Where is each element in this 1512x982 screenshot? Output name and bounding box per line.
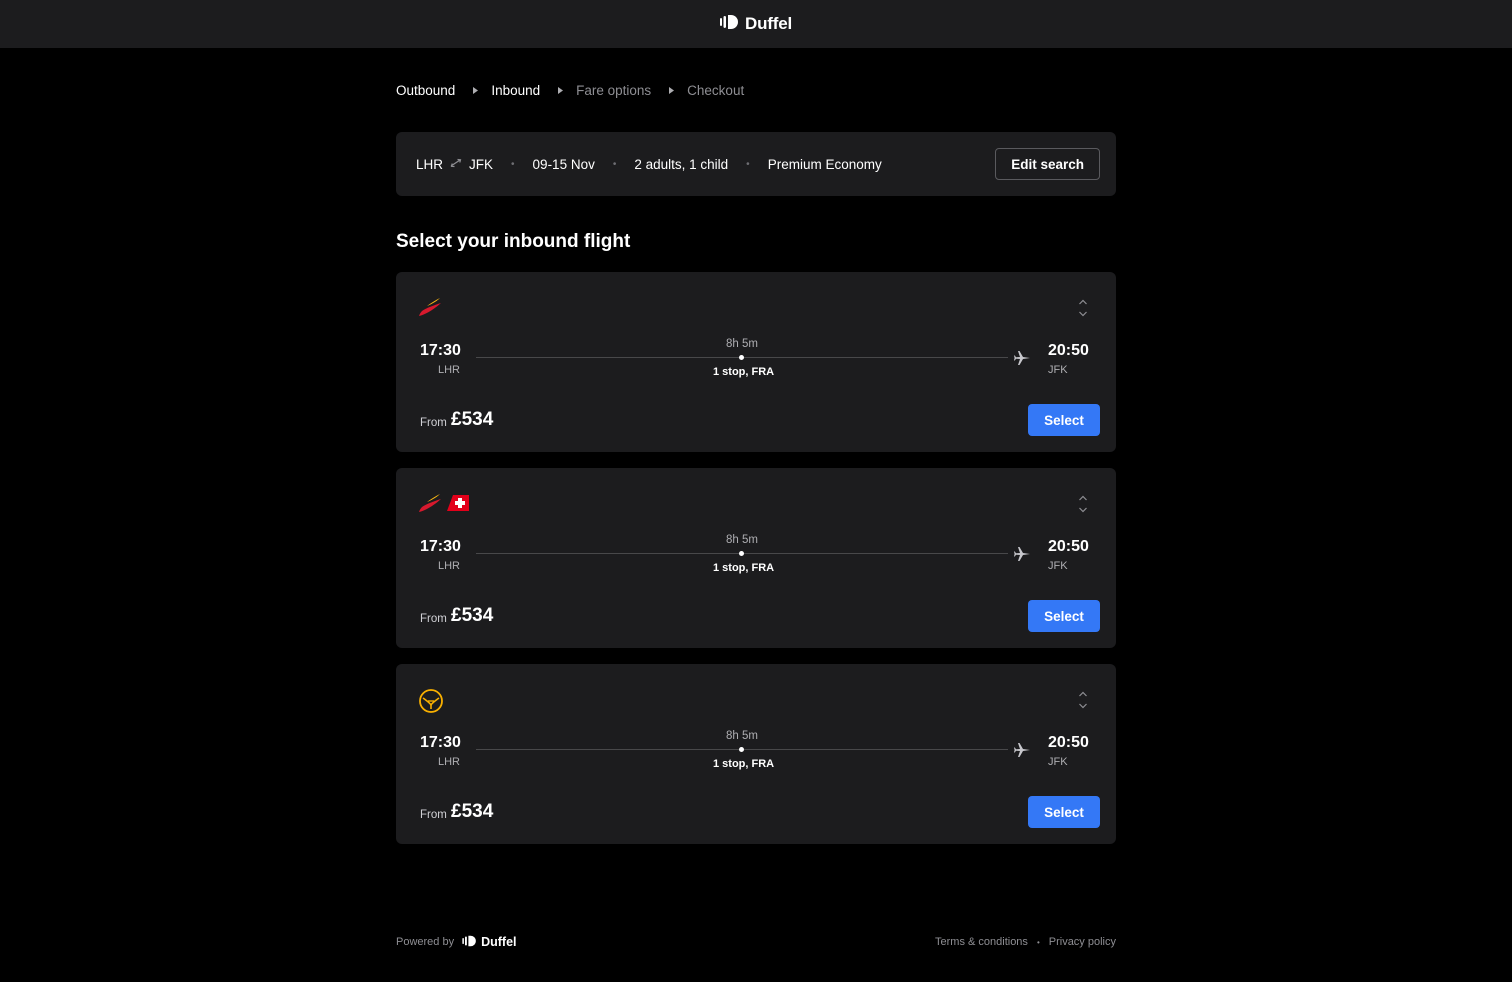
privacy-link[interactable]: Privacy policy <box>1049 936 1116 948</box>
select-flight-button[interactable]: Select <box>1028 600 1100 632</box>
powered-by-label: Powered by <box>396 936 455 948</box>
price-prefix: From <box>420 613 447 625</box>
arrival-time: 20:50 <box>1048 734 1089 751</box>
breadcrumb-inbound[interactable]: Inbound <box>491 83 540 98</box>
flight-duration: 8h 5m <box>726 534 758 546</box>
flight-price: £534 <box>451 801 494 822</box>
route: LHR JFK <box>416 157 493 172</box>
round-trip-icon <box>449 157 463 172</box>
travel-dates: 09-15 Nov <box>532 156 595 172</box>
caret-right-icon <box>662 86 680 94</box>
flight-duration: 8h 5m <box>726 730 758 742</box>
lufthansa-logo-icon <box>418 688 444 719</box>
footer-links: Terms & conditions • Privacy policy <box>935 936 1116 948</box>
breadcrumb-checkout: Checkout <box>687 82 745 98</box>
stop-marker <box>739 747 744 752</box>
search-summary: LHR JFK • 09-15 Nov • 2 adults, 1 child … <box>396 132 1116 196</box>
arrival-time: 20:50 <box>1048 342 1089 359</box>
arrival-airport: JFK <box>1048 560 1068 572</box>
flight-price: £534 <box>451 409 494 430</box>
cabin-class: Premium Economy <box>767 156 882 172</box>
price-prefix: From <box>420 809 447 821</box>
airline-logos <box>418 296 442 323</box>
separator-dot: • <box>612 158 617 170</box>
destination-code: JFK <box>469 156 494 172</box>
duffel-mark-icon <box>462 935 477 950</box>
price-prefix: From <box>420 417 447 429</box>
separator-dot: • <box>511 158 515 170</box>
expand-collapse-icon[interactable] <box>1078 494 1088 519</box>
departure-time: 17:30 <box>420 342 461 359</box>
caret-right-icon <box>466 86 484 94</box>
departure-airport: LHR <box>438 560 461 572</box>
terms-link[interactable]: Terms & conditions <box>935 936 1028 948</box>
breadcrumb: Outbound Inbound Fare options Checkout <box>396 82 744 98</box>
flight-card[interactable]: 17:30 LHR 8h 5m 1 stop, FRA 20:50 JFK Fr… <box>396 468 1116 648</box>
arrival-airport: JFK <box>1048 364 1068 376</box>
edit-search-button[interactable]: Edit search <box>995 148 1100 180</box>
departure-time: 17:30 <box>420 538 461 555</box>
footer: Powered by Duffel Terms & conditions • P… <box>396 934 1116 950</box>
flight-price: £534 <box>451 605 494 626</box>
airline-logos <box>418 492 470 519</box>
separator-dot: • <box>746 158 750 170</box>
swiss-logo-icon <box>446 493 470 518</box>
expand-collapse-icon[interactable] <box>1078 690 1088 715</box>
arrival-airport: JFK <box>1048 756 1068 768</box>
separator-dot: • <box>1036 937 1040 947</box>
select-flight-button[interactable]: Select <box>1028 796 1100 828</box>
origin-code: LHR <box>416 156 444 172</box>
iberia-logo-icon <box>418 296 442 323</box>
stop-info: 1 stop, FRA <box>713 758 775 770</box>
footer-brand-name: Duffel <box>481 935 517 949</box>
select-flight-button[interactable]: Select <box>1028 404 1100 436</box>
passenger-count: 2 adults, 1 child <box>634 156 729 172</box>
breadcrumb-outbound[interactable]: Outbound <box>396 83 455 98</box>
expand-collapse-icon[interactable] <box>1078 298 1088 323</box>
duffel-logo[interactable]: Duffel <box>720 14 792 35</box>
flight-card[interactable]: 17:30 LHR 8h 5m 1 stop, FRA 20:50 JFK Fr… <box>396 272 1116 452</box>
departure-time: 17:30 <box>420 734 461 751</box>
stop-marker <box>739 551 744 556</box>
flight-card[interactable]: 17:30 LHR 8h 5m 1 stop, FRA 20:50 JFK Fr… <box>396 664 1116 844</box>
caret-right-icon <box>551 86 569 94</box>
brand-name: Duffel <box>745 14 792 33</box>
stop-marker <box>739 355 744 360</box>
iberia-logo-icon <box>418 492 442 519</box>
footer-duffel-logo[interactable]: Duffel <box>462 935 517 950</box>
page-title: Select your inbound flight <box>396 231 631 252</box>
stop-info: 1 stop, FRA <box>713 366 775 378</box>
departure-airport: LHR <box>438 364 461 376</box>
flight-duration: 8h 5m <box>726 338 758 350</box>
plane-icon <box>1013 741 1031 764</box>
stop-info: 1 stop, FRA <box>713 562 775 574</box>
plane-icon <box>1013 545 1031 568</box>
plane-icon <box>1013 349 1031 372</box>
duffel-mark-icon <box>720 14 739 35</box>
breadcrumb-fare-options: Fare options <box>576 82 652 98</box>
airline-logos <box>418 688 444 719</box>
top-bar: Duffel <box>0 0 1512 48</box>
departure-airport: LHR <box>438 756 461 768</box>
arrival-time: 20:50 <box>1048 538 1089 555</box>
